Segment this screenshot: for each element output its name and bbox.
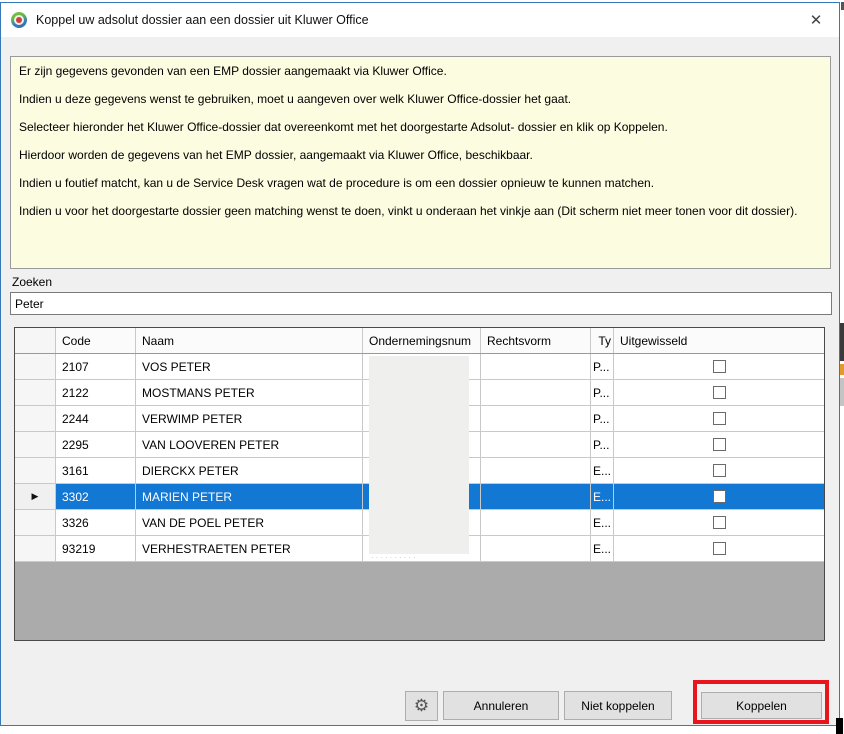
- header-naam[interactable]: Naam: [136, 328, 363, 353]
- settings-gear-icon[interactable]: ⚙: [405, 691, 438, 721]
- row-selector-cell[interactable]: [15, 536, 56, 561]
- uitgewisseld-checkbox[interactable]: [713, 386, 726, 399]
- cell-rechtsvorm[interactable]: [481, 432, 591, 457]
- cell-rechtsvorm[interactable]: [481, 380, 591, 405]
- uitgewisseld-checkbox[interactable]: [713, 516, 726, 529]
- info-paragraph: Hierdoor worden de gegevens van het EMP …: [19, 148, 822, 163]
- search-label: Zoeken: [12, 275, 52, 289]
- dialog-client-area: Er zijn gegevens gevonden van een EMP do…: [1, 37, 839, 725]
- annuleren-button[interactable]: Annuleren: [443, 691, 559, 720]
- cell-type[interactable]: E...: [591, 510, 614, 535]
- uitgewisseld-checkbox[interactable]: [713, 438, 726, 451]
- cell-naam[interactable]: VOS PETER: [136, 354, 363, 379]
- cell-code[interactable]: 2107: [56, 354, 136, 379]
- cell-rechtsvorm[interactable]: [481, 458, 591, 483]
- cell-rechtsvorm[interactable]: [481, 510, 591, 535]
- window-title: Koppel uw adsolut dossier aan een dossie…: [36, 13, 369, 27]
- info-paragraph: Indien u foutief matcht, kan u de Servic…: [19, 176, 822, 191]
- cell-uitgewisseld[interactable]: [614, 536, 824, 561]
- screen-artifact: [836, 718, 843, 734]
- row-selector-cell[interactable]: [15, 354, 56, 379]
- grid-empty-area: [15, 562, 824, 640]
- cell-code[interactable]: 2244: [56, 406, 136, 431]
- cell-type[interactable]: P...: [591, 380, 614, 405]
- cell-uitgewisseld[interactable]: [614, 380, 824, 405]
- header-uitgewisseld[interactable]: Uitgewisseld: [614, 328, 824, 353]
- cell-naam[interactable]: VERHESTRAETEN PETER: [136, 536, 363, 561]
- redaction-overlay: [369, 356, 469, 554]
- row-selector-cell[interactable]: [15, 432, 56, 457]
- row-selector-cell[interactable]: [15, 510, 56, 535]
- grid-header-row: Code Naam Ondernemingsnum Rechtsvorm Ty …: [15, 328, 824, 354]
- cell-type[interactable]: P...: [591, 406, 614, 431]
- koppelen-button[interactable]: Koppelen: [701, 692, 822, 719]
- cell-code[interactable]: 2122: [56, 380, 136, 405]
- cell-type[interactable]: E...: [591, 458, 614, 483]
- screen-artifact: [840, 378, 844, 406]
- info-paragraph: Er zijn gegevens gevonden van een EMP do…: [19, 64, 822, 79]
- cell-rechtsvorm[interactable]: [481, 536, 591, 561]
- header-row-selector: [15, 328, 56, 353]
- row-selector-cell[interactable]: ▶: [15, 484, 56, 509]
- header-type[interactable]: Ty: [591, 328, 614, 353]
- cell-naam[interactable]: MARIEN PETER: [136, 484, 363, 509]
- cell-naam[interactable]: VAN LOOVEREN PETER: [136, 432, 363, 457]
- uitgewisseld-checkbox[interactable]: [713, 412, 726, 425]
- screen-artifact: [840, 364, 844, 375]
- cell-rechtsvorm[interactable]: [481, 484, 591, 509]
- dialog-window: Koppel uw adsolut dossier aan een dossie…: [0, 2, 840, 726]
- cell-naam[interactable]: DIERCKX PETER: [136, 458, 363, 483]
- header-ondernemingsnummer[interactable]: Ondernemingsnum: [363, 328, 481, 353]
- niet-koppelen-button[interactable]: Niet koppelen: [564, 691, 672, 720]
- cell-uitgewisseld[interactable]: [614, 510, 824, 535]
- title-bar[interactable]: Koppel uw adsolut dossier aan een dossie…: [1, 3, 839, 37]
- cell-uitgewisseld[interactable]: [614, 406, 824, 431]
- cell-naam[interactable]: MOSTMANS PETER: [136, 380, 363, 405]
- info-paragraph: Indien u deze gegevens wenst te gebruike…: [19, 92, 822, 107]
- uitgewisseld-checkbox[interactable]: [713, 464, 726, 477]
- cell-uitgewisseld[interactable]: [614, 432, 824, 457]
- current-row-arrow-icon: ▶: [32, 492, 39, 501]
- uitgewisseld-checkbox[interactable]: [713, 360, 726, 373]
- cell-type[interactable]: P...: [591, 432, 614, 457]
- header-rechtsvorm[interactable]: Rechtsvorm: [481, 328, 591, 353]
- cell-rechtsvorm[interactable]: [481, 354, 591, 379]
- info-paragraph: Indien u voor het doorgestarte dossier g…: [19, 204, 822, 219]
- cell-naam[interactable]: VAN DE POEL PETER: [136, 510, 363, 535]
- screen-artifact: [840, 323, 844, 361]
- cell-uitgewisseld[interactable]: [614, 354, 824, 379]
- header-code[interactable]: Code: [56, 328, 136, 353]
- cell-rechtsvorm[interactable]: [481, 406, 591, 431]
- row-selector-cell[interactable]: [15, 406, 56, 431]
- cell-code[interactable]: 2295: [56, 432, 136, 457]
- dossier-grid: Code Naam Ondernemingsnum Rechtsvorm Ty …: [14, 327, 825, 641]
- cell-naam[interactable]: VERWIMP PETER: [136, 406, 363, 431]
- cell-type[interactable]: E...: [591, 484, 614, 509]
- row-selector-cell[interactable]: [15, 458, 56, 483]
- close-icon[interactable]: ✕: [803, 8, 829, 32]
- cell-type[interactable]: E...: [591, 536, 614, 561]
- uitgewisseld-checkbox[interactable]: [713, 542, 726, 555]
- cell-uitgewisseld[interactable]: [614, 458, 824, 483]
- cell-type[interactable]: P...: [591, 354, 614, 379]
- cell-code[interactable]: 3161: [56, 458, 136, 483]
- cell-uitgewisseld[interactable]: [614, 484, 824, 509]
- redacted-ghost-text: ··········: [371, 554, 467, 562]
- search-input[interactable]: [10, 292, 832, 315]
- row-selector-cell[interactable]: [15, 380, 56, 405]
- cell-code[interactable]: 93219: [56, 536, 136, 561]
- cell-code[interactable]: 3302: [56, 484, 136, 509]
- info-paragraph: Selecteer hieronder het Kluwer Office-do…: [19, 120, 822, 135]
- app-logo-icon: [11, 12, 27, 28]
- info-box: Er zijn gegevens gevonden van een EMP do…: [10, 56, 831, 269]
- cell-code[interactable]: 3326: [56, 510, 136, 535]
- uitgewisseld-checkbox[interactable]: [713, 490, 726, 503]
